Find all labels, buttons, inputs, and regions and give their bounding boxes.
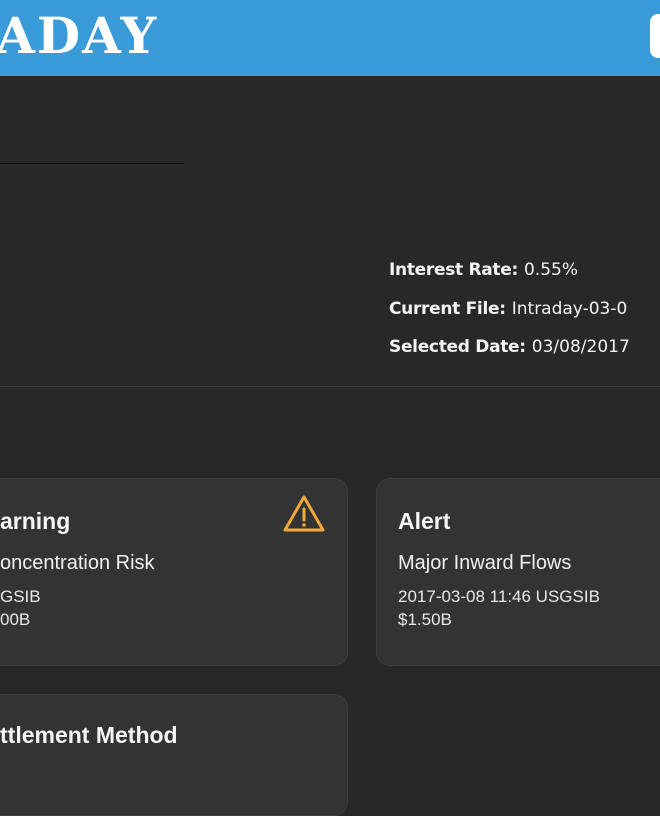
alert-card-subtitle: Major Inward Flows	[398, 552, 572, 574]
app-brand-title: ADAY	[0, 6, 159, 65]
title-underline	[0, 163, 184, 164]
alert-card-detail-1: 2017-03-08 11:46 USGSIB	[398, 587, 600, 606]
warning-card-detail-2: 00B	[0, 610, 31, 629]
settlement-method-card-title: ttlement Method	[0, 722, 178, 748]
current-file-value: Intraday-03-0	[511, 299, 628, 319]
selected-date-row: Selected Date: 03/08/2017	[389, 337, 630, 357]
current-file-row: Current File: Intraday-03-0	[389, 299, 627, 319]
topbar-action-button[interactable]	[650, 14, 660, 58]
warning-card-title: arning	[0, 508, 71, 534]
alert-card-title: Alert	[398, 508, 451, 534]
current-file-label: Current File:	[389, 299, 506, 319]
selected-date-label: Selected Date:	[389, 337, 526, 357]
summary-header: Interest Rate: 0.55% Current File: Intrada…	[0, 76, 660, 387]
settlement-method-card[interactable]	[0, 694, 348, 816]
alert-card-detail-2: $1.50B	[398, 610, 452, 629]
top-app-bar: ADAY	[0, 0, 660, 76]
warning-card-subtitle: oncentration Risk	[0, 552, 155, 574]
interest-rate-row: Interest Rate: 0.55%	[389, 260, 578, 280]
selected-date-value: 03/08/2017	[531, 337, 630, 357]
warning-triangle-icon	[283, 495, 325, 532]
warning-card-detail-1: GSIB	[0, 587, 41, 606]
interest-rate-value: 0.55%	[523, 260, 578, 280]
interest-rate-label: Interest Rate:	[389, 260, 518, 280]
